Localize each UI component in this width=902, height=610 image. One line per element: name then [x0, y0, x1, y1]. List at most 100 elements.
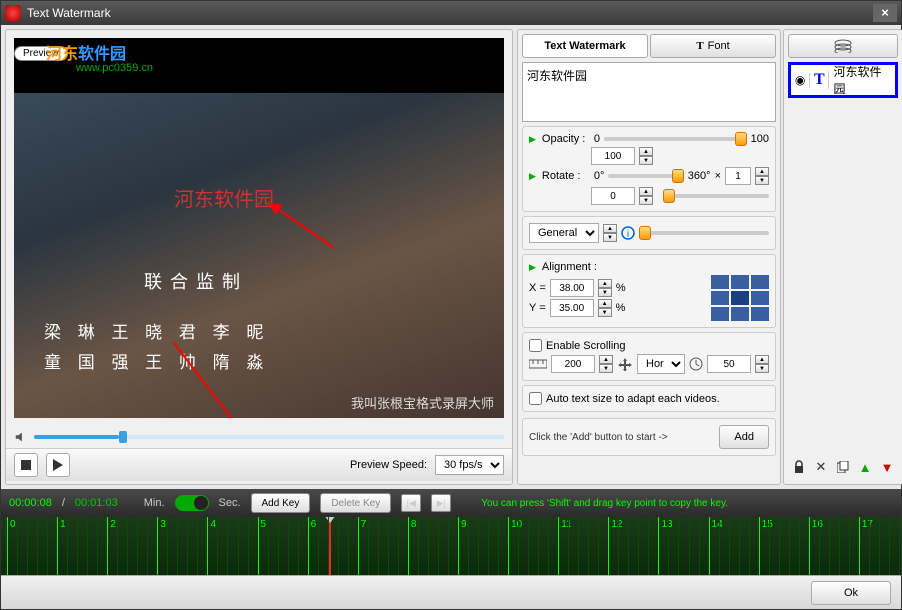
transform-up[interactable]: ▲ [603, 224, 617, 233]
prev-key-button[interactable]: |◀ [401, 494, 421, 512]
alignment-label: Alignment : [542, 261, 597, 273]
tab-text-watermark[interactable]: Text Watermark [522, 34, 648, 58]
opacity-slider[interactable] [604, 137, 747, 141]
preview-panel: Preview 河东软件园 www.pc0359.cn 河东软件园 联合监制 梁… [5, 29, 513, 485]
enable-scrolling-checkbox[interactable] [529, 339, 542, 352]
opacity-down[interactable]: ▼ [639, 156, 653, 165]
ruler-tick: 0 [10, 519, 16, 530]
stop-button[interactable] [14, 453, 38, 477]
align-ml[interactable] [711, 291, 729, 305]
watermark-overlay[interactable]: 河东软件园 [174, 183, 274, 212]
align-tr[interactable] [751, 275, 769, 289]
delete-key-button[interactable]: Delete Key [320, 493, 391, 513]
preview-speed-select[interactable]: 30 fps/s [435, 455, 504, 475]
layers-icon [834, 39, 852, 53]
align-br[interactable] [751, 307, 769, 321]
transform-select[interactable]: General [529, 223, 599, 243]
app-icon [5, 5, 21, 21]
next-key-button[interactable]: ▶| [431, 494, 451, 512]
ruler-tick: 10 [511, 519, 522, 530]
volume-slider[interactable] [34, 435, 504, 439]
ruler-tick: 1 [60, 519, 66, 530]
rotate-slider[interactable] [608, 174, 683, 178]
ruler-tick: 3 [160, 519, 166, 530]
align-x-input[interactable] [550, 279, 594, 297]
align-mc[interactable] [731, 291, 749, 305]
scroll-direction-select[interactable]: Horiz [637, 354, 685, 374]
copy-icon[interactable] [832, 456, 854, 478]
align-mr[interactable] [751, 291, 769, 305]
properties-panel: Text Watermark TFont 河东软件园 ▶ Opacity : 0… [517, 29, 781, 485]
move-up-icon[interactable]: ▲ [854, 456, 876, 478]
add-button[interactable]: Add [719, 425, 769, 449]
video-preview: 河东软件园 联合监制 梁 琳 王 晓 君 李 昵 童 国 强 王 帅 隋 淼 我… [14, 38, 504, 418]
watermark-text-input[interactable]: 河东软件园 [522, 62, 776, 122]
time-unit-toggle[interactable] [175, 495, 209, 511]
expand-icon[interactable]: ▶ [529, 171, 536, 182]
transform-down[interactable]: ▼ [603, 233, 617, 242]
rotate-mult-up[interactable]: ▲ [755, 167, 769, 176]
align-bc[interactable] [731, 307, 749, 321]
close-button[interactable]: × [873, 4, 897, 22]
ruler-icon [529, 358, 547, 370]
ruler-tick: 6 [311, 519, 317, 530]
align-bl[interactable] [711, 307, 729, 321]
rotate-mult-down[interactable]: ▼ [755, 176, 769, 185]
ruler-tick: 16 [812, 519, 823, 530]
layer-item[interactable]: ◉ T 河东软件园 [788, 62, 898, 98]
transform-slider[interactable] [639, 231, 769, 235]
align-y-input[interactable] [550, 299, 594, 317]
layers-panel: ◉ T 河东软件园 ✕ ▲ ▼ [783, 29, 902, 485]
text-type-icon: T [810, 71, 829, 89]
preview-speed-label: Preview Speed: [350, 459, 427, 471]
ruler-tick: 8 [411, 519, 417, 530]
alignment-grid[interactable] [711, 275, 769, 321]
playhead[interactable] [329, 517, 331, 575]
time-duration: 00:01:03 [75, 497, 118, 509]
autosize-checkbox[interactable] [529, 392, 542, 405]
time-current: 00:00:08 [9, 497, 52, 509]
x-down[interactable]: ▼ [598, 288, 612, 297]
align-tc[interactable] [731, 275, 749, 289]
lock-icon[interactable] [788, 456, 810, 478]
x-up[interactable]: ▲ [598, 279, 612, 288]
align-tl[interactable] [711, 275, 729, 289]
volume-icon[interactable] [14, 430, 28, 444]
rotate-value-input[interactable] [591, 187, 635, 205]
footer: Ok [1, 575, 901, 609]
ruler-tick: 9 [461, 519, 467, 530]
ruler-tick: 14 [712, 519, 723, 530]
expand-icon[interactable]: ▶ [529, 134, 536, 145]
opacity-value-input[interactable] [591, 147, 635, 165]
opacity-label: Opacity : [542, 133, 590, 145]
move-down-icon[interactable]: ▼ [876, 456, 898, 478]
rotate-fine-slider[interactable] [663, 194, 769, 198]
ruler-tick: 2 [110, 519, 116, 530]
y-down[interactable]: ▼ [598, 308, 612, 317]
timeline-ruler[interactable]: 01234567891011121314151617 [1, 517, 901, 575]
scroll-speed-input[interactable] [707, 355, 751, 373]
tab-font[interactable]: TFont [650, 34, 776, 58]
eye-icon[interactable]: ◉ [791, 73, 810, 87]
rotate-down[interactable]: ▼ [639, 196, 653, 205]
play-button[interactable] [46, 453, 70, 477]
credits-title: 联合监制 [144, 268, 248, 294]
titlebar: Text Watermark × [1, 1, 901, 25]
sec-label: Sec. [219, 497, 241, 509]
timeline-toolbar: 00:00:08 / 00:01:03 Min. Sec. Add Key De… [1, 489, 901, 517]
info-icon[interactable]: i [621, 226, 635, 240]
layer-name: 河东软件园 [829, 63, 895, 97]
min-label: Min. [144, 497, 165, 509]
y-up[interactable]: ▲ [598, 299, 612, 308]
autosize-label: Auto text size to adapt each videos. [546, 393, 720, 405]
rotate-up[interactable]: ▲ [639, 187, 653, 196]
add-hint: Click the 'Add' button to start -> [529, 432, 668, 443]
expand-icon[interactable]: ▶ [529, 262, 536, 273]
ok-button[interactable]: Ok [811, 581, 891, 605]
delete-icon[interactable]: ✕ [810, 456, 832, 478]
add-key-button[interactable]: Add Key [251, 493, 311, 513]
opacity-up[interactable]: ▲ [639, 147, 653, 156]
rotate-mult-input[interactable] [725, 167, 751, 185]
ruler-tick: 13 [661, 519, 672, 530]
scroll-width-input[interactable] [551, 355, 595, 373]
